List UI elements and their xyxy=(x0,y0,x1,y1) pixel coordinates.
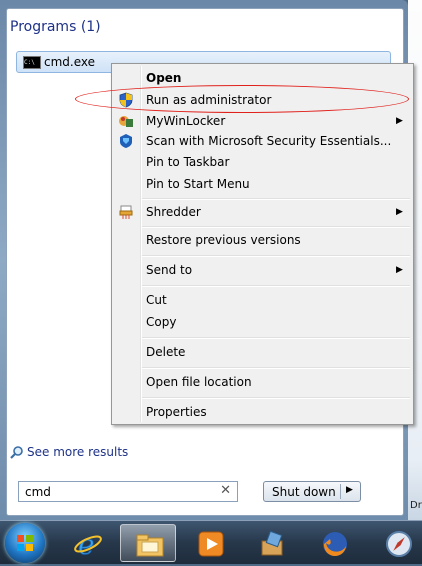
menu-item-open[interactable]: Open xyxy=(146,71,181,85)
submenu-arrow-icon: ▶ xyxy=(396,265,403,275)
menu-item-shredder[interactable]: Shredder xyxy=(146,205,201,219)
search-value: cmd xyxy=(25,485,51,499)
menu-item-open-file-location[interactable]: Open file location xyxy=(146,375,252,389)
taskbar-file-explorer[interactable] xyxy=(120,524,176,562)
start-search-input[interactable]: cmd ✕ xyxy=(18,481,238,502)
svg-text:e: e xyxy=(78,529,95,559)
see-more-results-link[interactable]: See more results xyxy=(9,445,128,460)
menu-item-pin-to-taskbar[interactable]: Pin to Taskbar xyxy=(146,155,229,169)
menu-item-pin-to-start-menu[interactable]: Pin to Start Menu xyxy=(146,177,250,191)
submenu-arrow-icon: ▶ xyxy=(396,207,403,217)
shredder-icon xyxy=(118,204,134,220)
programs-heading: Programs (1) xyxy=(10,19,101,35)
shutdown-label: Shut down xyxy=(272,485,336,499)
submenu-arrow-icon: ▶ xyxy=(396,116,403,126)
taskbar: e xyxy=(0,520,422,564)
menu-item-delete[interactable]: Delete xyxy=(146,345,185,359)
menu-separator xyxy=(142,337,410,339)
taskbar-firefox[interactable] xyxy=(306,524,362,562)
magnifier-icon xyxy=(9,445,24,460)
clear-search-icon[interactable]: ✕ xyxy=(220,483,231,498)
menu-separator xyxy=(142,198,410,200)
menu-item-copy[interactable]: Copy xyxy=(146,315,176,329)
menu-item-send-to[interactable]: Send to xyxy=(146,263,192,277)
shutdown-options-arrow-icon[interactable]: ▶ xyxy=(346,485,353,495)
taskbar-program-install[interactable] xyxy=(244,524,300,562)
desktop-label: Dra xyxy=(410,500,422,511)
shutdown-button[interactable]: Shut down ▶ xyxy=(263,481,361,502)
safari-icon xyxy=(386,531,412,557)
menu-item-cut[interactable]: Cut xyxy=(146,293,167,307)
firefox-icon xyxy=(323,532,347,557)
menu-separator xyxy=(142,255,410,257)
menu-separator xyxy=(142,226,410,228)
start-orb[interactable] xyxy=(5,523,45,563)
menu-item-properties[interactable]: Properties xyxy=(146,405,207,419)
see-more-label: See more results xyxy=(27,445,129,459)
menu-separator xyxy=(142,285,410,287)
taskbar-internet-explorer[interactable]: e xyxy=(59,524,115,562)
menu-separator xyxy=(142,397,410,399)
taskbar-media-player[interactable] xyxy=(182,524,238,562)
cmd-icon: C:\ xyxy=(23,56,41,69)
media-player-icon xyxy=(198,531,224,557)
shutdown-divider xyxy=(340,484,341,499)
windows-logo-icon xyxy=(17,535,33,551)
security-essentials-icon xyxy=(118,133,134,149)
taskbar-safari[interactable] xyxy=(370,524,422,562)
internet-explorer-icon: e xyxy=(74,529,102,559)
program-install-icon xyxy=(261,530,283,556)
menu-separator xyxy=(142,367,410,369)
context-menu: Open Run as administrator MyWinLocker ▶ … xyxy=(111,63,414,425)
menu-item-scan-security-essentials[interactable]: Scan with Microsoft Security Essentials.… xyxy=(146,134,391,148)
highlight-annotation-ellipse xyxy=(75,85,409,113)
menu-item-mywinlocker[interactable]: MyWinLocker xyxy=(146,114,225,128)
program-label: cmd.exe xyxy=(44,55,96,69)
menu-item-restore-previous-versions[interactable]: Restore previous versions xyxy=(146,233,301,247)
mywinlocker-icon xyxy=(118,113,134,129)
file-explorer-icon xyxy=(136,534,164,557)
